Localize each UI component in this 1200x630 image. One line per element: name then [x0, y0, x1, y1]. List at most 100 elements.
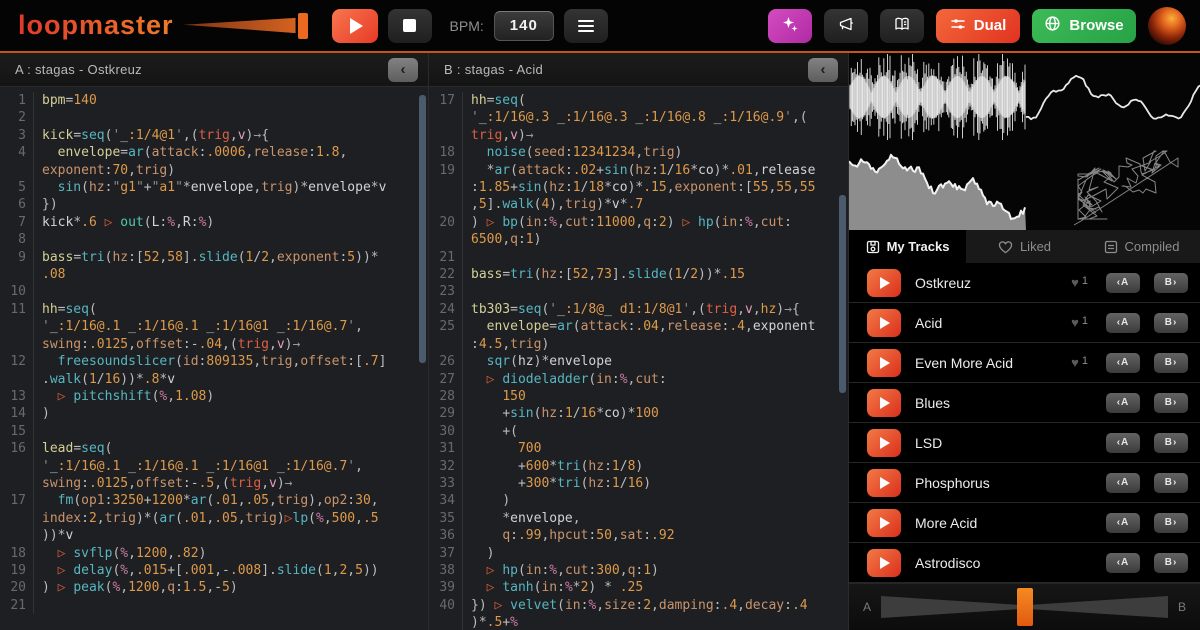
code-line[interactable]: ))*v — [0, 527, 428, 544]
code-line[interactable]: exponent:70,trig) — [0, 162, 428, 179]
code-line[interactable]: 30 +( — [429, 423, 848, 440]
load-to-deck-a-button[interactable]: ‹A — [1106, 433, 1140, 453]
load-to-deck-a-button[interactable]: ‹A — [1106, 513, 1140, 533]
sparkles-button[interactable] — [768, 9, 812, 43]
track-play-button[interactable] — [867, 429, 901, 457]
code-line[interactable]: 3kick=seq('_:1/4@1',(trig,v)→{ — [0, 127, 428, 144]
code-line[interactable]: 18 noise(seed:12341234,trig) — [429, 144, 848, 161]
code-line[interactable]: 25 envelope=ar(attack:.04,release:.4,exp… — [429, 318, 848, 335]
deck-a-code-editor[interactable]: 1bpm=1402 3kick=seq('_:1/4@1',(trig,v)→{… — [0, 87, 428, 630]
bpm-input[interactable] — [494, 11, 554, 41]
code-line[interactable]: 6}) — [0, 196, 428, 213]
tab-compiled[interactable]: Compiled — [1083, 230, 1200, 263]
code-line[interactable]: 10 — [0, 283, 428, 300]
code-line[interactable]: 7kick*.6 ▷ out(L:%,R:%) — [0, 214, 428, 231]
code-line[interactable]: 1bpm=140 — [0, 92, 428, 109]
code-line[interactable]: trig,v)→ — [429, 127, 848, 144]
code-line[interactable]: 24tb303=seq('_:1/8@_ d1:1/8@1',(trig,v,h… — [429, 301, 848, 318]
code-line[interactable]: 9bass=tri(hz:[52,58].slide(1/2,exponent:… — [0, 249, 428, 266]
code-line[interactable]: 2 — [0, 109, 428, 126]
code-line[interactable]: 8 — [0, 231, 428, 248]
user-avatar[interactable] — [1148, 7, 1186, 45]
code-line[interactable]: 19 ▷ delay(%,.015+[.001,-.008].slide(1,2… — [0, 562, 428, 579]
code-line[interactable]: )*.5+% — [429, 614, 848, 630]
load-to-deck-b-button[interactable]: B› — [1154, 553, 1188, 573]
code-line[interactable]: 17hh=seq( — [429, 92, 848, 109]
code-line[interactable]: 20) ▷ bp(in:%,cut:11000,q:2) ▷ hp(in:%,c… — [429, 214, 848, 231]
code-line[interactable]: index:2,trig)*(ar(.01,.05,trig)▷lp(%,500… — [0, 510, 428, 527]
code-line[interactable]: 6500,q:1) — [429, 231, 848, 248]
code-line[interactable]: 19 *ar(attack:.02+sin(hz:1/16*co)*.01,re… — [429, 162, 848, 179]
load-to-deck-a-button[interactable]: ‹A — [1106, 393, 1140, 413]
crossfader-track[interactable] — [881, 587, 1168, 627]
code-line[interactable]: 40}) ▷ velvet(in:%,size:2,damping:.4,dec… — [429, 597, 848, 614]
heart-icon[interactable]: ♥ — [1071, 315, 1079, 330]
code-line[interactable]: .walk(1/16))*.8*v — [0, 371, 428, 388]
code-line[interactable]: 21 — [429, 249, 848, 266]
app-logo[interactable]: loopmaster — [18, 10, 308, 41]
code-line[interactable]: 38 ▷ hp(in:%,cut:300,q:1) — [429, 562, 848, 579]
load-to-deck-a-button[interactable]: ‹A — [1106, 553, 1140, 573]
code-line[interactable]: 5 sin(hz:"g1"+"a1"*envelope,trig)*envelo… — [0, 179, 428, 196]
load-to-deck-a-button[interactable]: ‹A — [1106, 353, 1140, 373]
tab-my-tracks[interactable]: My Tracks — [849, 230, 966, 263]
dual-button[interactable]: Dual — [936, 9, 1020, 43]
code-line[interactable]: 28 150 — [429, 388, 848, 405]
code-line[interactable]: 39 ▷ tanh(in:%*2) * .25 — [429, 579, 848, 596]
promote-button[interactable] — [824, 9, 868, 43]
code-line[interactable]: swing:.0125,offset:-.04,(trig,v)→ — [0, 336, 428, 353]
code-line[interactable]: 23 — [429, 283, 848, 300]
code-line[interactable]: 34 ) — [429, 492, 848, 509]
code-line[interactable]: 18 ▷ svflp(%,1200,.82) — [0, 545, 428, 562]
code-line[interactable]: :4.5,trig) — [429, 336, 848, 353]
deck-b-collapse-button[interactable]: ‹ — [808, 58, 838, 82]
heart-icon[interactable]: ♥ — [1071, 355, 1079, 370]
deck-b-code-editor[interactable]: 17hh=seq('_:1/16@.3 _:1/16@.3 _:1/16@.8 … — [429, 87, 848, 630]
track-play-button[interactable] — [867, 389, 901, 417]
code-line[interactable]: 17 fm(op1:3250+1200*ar(.01,.05,trig),op2… — [0, 492, 428, 509]
track-play-button[interactable] — [867, 269, 901, 297]
load-to-deck-b-button[interactable]: B› — [1154, 473, 1188, 493]
code-line[interactable]: 31 700 — [429, 440, 848, 457]
load-to-deck-b-button[interactable]: B› — [1154, 513, 1188, 533]
code-line[interactable]: 21 — [0, 597, 428, 614]
code-line[interactable]: .08 — [0, 266, 428, 283]
track-play-button[interactable] — [867, 509, 901, 537]
load-to-deck-b-button[interactable]: B› — [1154, 273, 1188, 293]
load-to-deck-b-button[interactable]: B› — [1154, 433, 1188, 453]
code-line[interactable]: 36 q:.99,hpcut:50,sat:.92 — [429, 527, 848, 544]
load-to-deck-a-button[interactable]: ‹A — [1106, 473, 1140, 493]
track-play-button[interactable] — [867, 469, 901, 497]
stop-button[interactable] — [388, 9, 432, 43]
code-line[interactable]: ,5].walk(4),trig)*v*.7 — [429, 196, 848, 213]
load-to-deck-a-button[interactable]: ‹A — [1106, 313, 1140, 333]
docs-button[interactable] — [880, 9, 924, 43]
code-line[interactable]: 16lead=seq( — [0, 440, 428, 457]
browse-button[interactable]: Browse — [1032, 9, 1136, 43]
load-to-deck-b-button[interactable]: B› — [1154, 393, 1188, 413]
code-line[interactable]: 37 ) — [429, 545, 848, 562]
deck-b-scrollbar[interactable] — [839, 195, 846, 393]
code-line[interactable]: 32 +600*tri(hz:1/8) — [429, 458, 848, 475]
code-line[interactable]: swing:.0125,offset:-.5,(trig,v)→ — [0, 475, 428, 492]
code-line[interactable]: 20) ▷ peak(%,1200,q:1.5,-5) — [0, 579, 428, 596]
track-play-button[interactable] — [867, 349, 901, 377]
code-line[interactable]: :1.85+sin(hz:1/18*co)*.15,exponent:[55,5… — [429, 179, 848, 196]
code-line[interactable]: 15 — [0, 423, 428, 440]
play-button[interactable] — [332, 9, 378, 43]
load-to-deck-b-button[interactable]: B› — [1154, 353, 1188, 373]
code-line[interactable]: 13 ▷ pitchshift(%,1.08) — [0, 388, 428, 405]
load-to-deck-a-button[interactable]: ‹A — [1106, 273, 1140, 293]
code-line[interactable]: 11hh=seq( — [0, 301, 428, 318]
menu-button[interactable] — [564, 9, 608, 43]
code-line[interactable]: 14) — [0, 405, 428, 422]
heart-icon[interactable]: ♥ — [1071, 275, 1079, 290]
crossfader-handle[interactable] — [1017, 588, 1033, 626]
code-line[interactable]: 4 envelope=ar(attack:.0006,release:1.8, — [0, 144, 428, 161]
code-line[interactable]: 22bass=tri(hz:[52,73].slide(1/2))*.15 — [429, 266, 848, 283]
code-line[interactable]: 12 freesoundslicer(id:809135,trig,offset… — [0, 353, 428, 370]
tab-liked[interactable]: Liked — [966, 230, 1083, 263]
code-line[interactable]: 33 +300*tri(hz:1/16) — [429, 475, 848, 492]
code-line[interactable]: '_:1/16@.3 _:1/16@.3 _:1/16@.8 _:1/16@.9… — [429, 109, 848, 126]
load-to-deck-b-button[interactable]: B› — [1154, 313, 1188, 333]
